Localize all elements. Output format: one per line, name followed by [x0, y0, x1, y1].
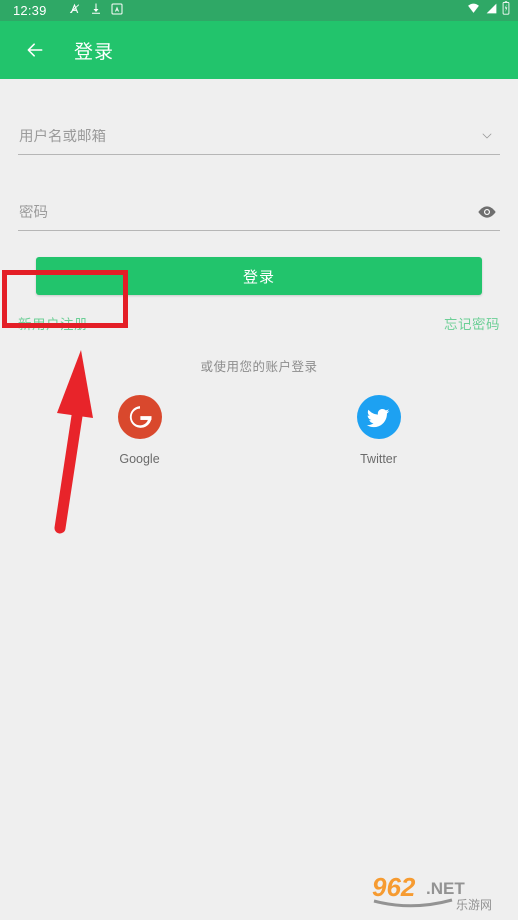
- login-button[interactable]: 登录: [36, 257, 482, 295]
- toggle-password-visibility-button[interactable]: [475, 201, 499, 223]
- status-bar-right: [466, 1, 510, 20]
- status-bar: 12:39: [0, 0, 518, 21]
- chevron-down-icon: [482, 133, 492, 139]
- username-field-row: [18, 97, 500, 155]
- social-login-hint: 或使用您的账户登录: [200, 360, 318, 374]
- back-button[interactable]: [22, 37, 48, 63]
- watermark-number: 962: [372, 872, 416, 902]
- page-title: 登录: [74, 41, 115, 63]
- password-input[interactable]: [18, 205, 500, 230]
- battery-icon: [502, 1, 510, 20]
- wifi-icon: [466, 2, 481, 20]
- social-login-google[interactable]: Google: [104, 395, 176, 466]
- social-login-row: Google Twitter: [0, 395, 518, 466]
- username-input[interactable]: [18, 129, 500, 154]
- register-link[interactable]: 新用户注册: [18, 313, 88, 333]
- site-watermark: 962 .NET 乐游网: [372, 872, 492, 912]
- status-bar-left: 12:39: [8, 2, 466, 20]
- auth-links-row: 新用户注册 忘记密码: [0, 313, 518, 333]
- social-login-twitter[interactable]: Twitter: [343, 395, 415, 466]
- twitter-icon: [356, 395, 401, 439]
- social-login-google-label: Google: [119, 452, 160, 466]
- silent-mode-icon: [68, 2, 81, 20]
- username-dropdown-button[interactable]: [475, 125, 499, 147]
- arrow-left-icon: [27, 43, 43, 57]
- forgot-password-link[interactable]: 忘记密码: [444, 313, 500, 333]
- status-bar-clock: 12:39: [13, 3, 47, 18]
- app-bar: 登录: [0, 21, 518, 79]
- login-form: 登录: [0, 97, 518, 295]
- cellular-signal-icon: [485, 2, 498, 20]
- app-badge-icon: [111, 2, 123, 20]
- watermark-suffix: .NET: [426, 879, 465, 898]
- password-field-row: [18, 173, 500, 231]
- download-icon: [90, 2, 102, 20]
- social-login-twitter-label: Twitter: [360, 452, 397, 466]
- google-icon: [117, 395, 162, 439]
- watermark-subtitle: 乐游网: [456, 898, 492, 912]
- eye-icon: [478, 206, 496, 218]
